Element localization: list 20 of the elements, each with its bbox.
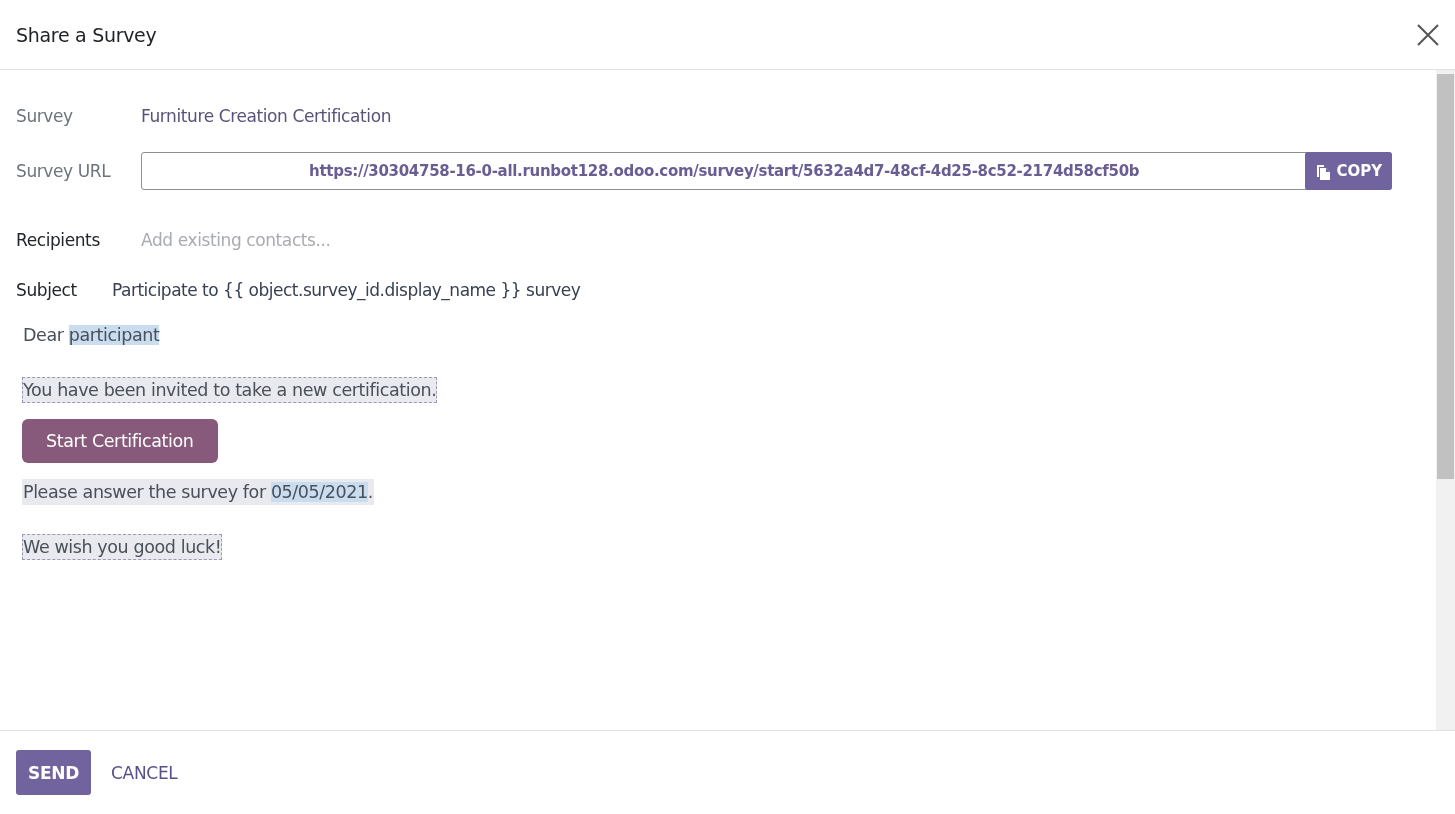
field-label: Survey URL [16,161,112,181]
scrollbar[interactable] [1436,70,1455,730]
cancel-button[interactable]: CANCEL [99,750,190,795]
start-certification-button[interactable]: Start Certification [22,419,218,463]
send-button[interactable]: SEND [16,750,91,795]
message-paragraph: Please answer the survey for 05/05/2021. [22,479,374,505]
dialog-title: Share a Survey [16,23,157,46]
copy-button[interactable]: COPY [1305,152,1392,190]
field-label: Survey [16,106,74,126]
message-paragraph: You have been invited to take a new certification. [22,377,438,403]
copy-icon [1315,162,1332,180]
subject-field[interactable]: Participate to {{ object.survey_id.display_name }} survey [112,280,581,300]
close-button[interactable] [1417,23,1439,46]
close-icon [1417,23,1439,46]
url-field[interactable]: https://30304758-16-0-all.runbot128.odoo.com/survey/start/5632a4d7-48cf-4d25-8c52-2174d58cf50b COPY [141,152,1392,190]
field-label: Subject [16,280,78,300]
message-paragraph: We wish you good luck! [22,534,223,560]
message-paragraph: Dear participant [22,324,161,347]
field-label: Recipients [16,230,101,250]
survey-name: Furniture Creation Certification [141,106,391,126]
